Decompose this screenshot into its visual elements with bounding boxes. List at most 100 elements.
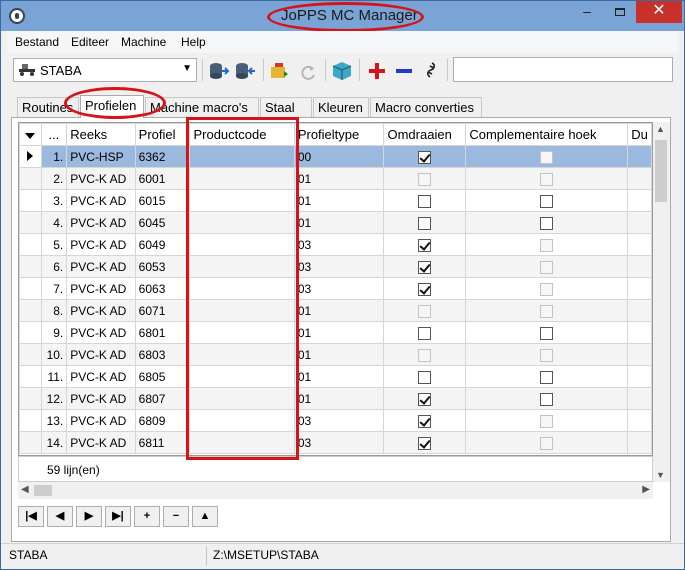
- cell-profiel[interactable]: 6362: [134, 145, 191, 168]
- row-selector[interactable]: [19, 233, 42, 256]
- cell-reeks[interactable]: PVC-K AD: [66, 343, 136, 366]
- toolbar-text-field[interactable]: [453, 57, 673, 82]
- cell-du[interactable]: [627, 409, 652, 432]
- cell-profiel[interactable]: 6803: [134, 343, 191, 366]
- omdraaien-cell[interactable]: [383, 233, 467, 256]
- row-selector[interactable]: [19, 343, 42, 366]
- cell-profieltype[interactable]: 01: [293, 167, 385, 190]
- col-header-reeks[interactable]: Reeks: [66, 123, 136, 146]
- cell-profieltype[interactable]: 01: [293, 189, 385, 212]
- cell-profiel[interactable]: 6807: [134, 387, 191, 410]
- cell-profiel[interactable]: 6001: [134, 167, 191, 190]
- cell-profieltype[interactable]: 03: [293, 409, 385, 432]
- col-header-complementaire-hoek[interactable]: Complementaire hoek: [465, 123, 629, 146]
- row-selector[interactable]: [19, 365, 42, 388]
- complementaire-hoek-cell[interactable]: [465, 365, 629, 388]
- col-header-du[interactable]: Du: [627, 123, 652, 146]
- import-db-icon[interactable]: [209, 61, 231, 81]
- horizontal-scrollbar[interactable]: ◀ ▶: [18, 482, 653, 499]
- tab-macro-converties[interactable]: Macro converties: [370, 97, 482, 117]
- table-row[interactable]: 5. PVC-K AD 6049 03: [19, 233, 652, 256]
- cell-reeks[interactable]: PVC-K AD: [66, 233, 136, 256]
- machine-select[interactable]: STABA ▼: [13, 58, 197, 82]
- maximize-button[interactable]: [605, 1, 635, 23]
- cell-profiel[interactable]: 6809: [134, 409, 191, 432]
- scroll-right-icon[interactable]: ▶: [642, 484, 650, 495]
- omdraaien-cell[interactable]: [383, 277, 467, 300]
- cell-profieltype[interactable]: 00: [293, 145, 385, 168]
- cell-reeks[interactable]: PVC-K AD: [66, 387, 136, 410]
- cell-du[interactable]: [627, 343, 652, 366]
- cell-reeks[interactable]: PVC-K AD: [66, 189, 136, 212]
- package-icon[interactable]: [331, 61, 353, 81]
- table-row[interactable]: 2. PVC-K AD 6001 01: [19, 167, 652, 190]
- omdraaien-cell[interactable]: [383, 321, 467, 344]
- vertical-scroll-thumb[interactable]: [655, 140, 667, 202]
- omdraaien-cell[interactable]: [383, 409, 467, 432]
- cell-profieltype[interactable]: 01: [293, 211, 385, 234]
- export-db-icon[interactable]: [235, 61, 257, 81]
- cell-reeks[interactable]: PVC-K AD: [66, 255, 136, 278]
- horizontal-scroll-thumb[interactable]: [34, 485, 52, 496]
- row-selector-header[interactable]: [19, 123, 42, 146]
- menu-help[interactable]: Help: [181, 35, 206, 49]
- col-header-profiel[interactable]: Profiel: [134, 123, 191, 146]
- omdraaien-checkbox[interactable]: [418, 282, 432, 296]
- cell-profieltype[interactable]: 01: [293, 387, 385, 410]
- complementaire-hoek-cell[interactable]: [465, 387, 629, 410]
- copy-folder-icon[interactable]: [269, 61, 291, 81]
- row-selector[interactable]: [19, 299, 42, 322]
- cell-reeks[interactable]: PVC-K AD: [66, 365, 136, 388]
- cell-du[interactable]: [627, 321, 652, 344]
- table-row[interactable]: 1. PVC-HSP 6362 00: [19, 145, 652, 168]
- table-row[interactable]: 14. PVC-K AD 6811 03: [19, 431, 652, 454]
- complementaire-hoek-checkbox[interactable]: [540, 194, 554, 208]
- omdraaien-cell[interactable]: [383, 211, 467, 234]
- close-button[interactable]: ✕: [636, 1, 682, 23]
- cell-profiel[interactable]: 6801: [134, 321, 191, 344]
- table-row[interactable]: 6. PVC-K AD 6053 03: [19, 255, 652, 278]
- cell-reeks[interactable]: PVC-K AD: [66, 431, 136, 454]
- cell-du[interactable]: [627, 255, 652, 278]
- cell-du[interactable]: [627, 431, 652, 454]
- menu-machine[interactable]: Machine: [121, 35, 166, 49]
- cell-du[interactable]: [627, 211, 652, 234]
- table-row[interactable]: 4. PVC-K AD 6045 01: [19, 211, 652, 234]
- complementaire-hoek-checkbox[interactable]: [540, 392, 554, 406]
- cell-reeks[interactable]: PVC-HSP: [66, 145, 136, 168]
- row-selector[interactable]: [19, 167, 42, 190]
- row-selector[interactable]: [19, 211, 42, 234]
- link-icon[interactable]: [420, 61, 442, 81]
- remove-icon[interactable]: [393, 61, 415, 81]
- omdraaien-checkbox[interactable]: [418, 238, 432, 252]
- complementaire-hoek-checkbox[interactable]: [540, 370, 554, 384]
- table-row[interactable]: 8. PVC-K AD 6071 01: [19, 299, 652, 322]
- omdraaien-cell[interactable]: [383, 365, 467, 388]
- cell-reeks[interactable]: PVC-K AD: [66, 211, 136, 234]
- cell-profieltype[interactable]: 01: [293, 299, 385, 322]
- menu-editeer[interactable]: Editeer: [71, 35, 109, 49]
- cell-profieltype[interactable]: 03: [293, 255, 385, 278]
- scroll-down-icon[interactable]: ▼: [656, 470, 665, 480]
- table-row[interactable]: 11. PVC-K AD 6805 01: [19, 365, 652, 388]
- menu-bestand[interactable]: Bestand: [15, 35, 59, 49]
- table-row[interactable]: 13. PVC-K AD 6809 03: [19, 409, 652, 432]
- tab-staal[interactable]: Staal: [260, 97, 312, 117]
- omdraaien-cell[interactable]: [383, 387, 467, 410]
- row-selector[interactable]: [19, 321, 42, 344]
- cell-du[interactable]: [627, 167, 652, 190]
- vertical-scrollbar[interactable]: ▲ ▼: [653, 122, 670, 482]
- nav-last-button[interactable]: ▶|: [105, 506, 131, 527]
- col-header-omdraaien[interactable]: Omdraaien: [383, 123, 467, 146]
- minimize-button[interactable]: –: [574, 1, 600, 23]
- cell-profiel[interactable]: 6071: [134, 299, 191, 322]
- row-selector[interactable]: [19, 255, 42, 278]
- row-selector[interactable]: [19, 189, 42, 212]
- omdraaien-checkbox[interactable]: [418, 414, 432, 428]
- cell-profieltype[interactable]: 03: [293, 233, 385, 256]
- cell-reeks[interactable]: PVC-K AD: [66, 277, 136, 300]
- omdraaien-checkbox[interactable]: [418, 194, 432, 208]
- table-row[interactable]: 10. PVC-K AD 6803 01: [19, 343, 652, 366]
- omdraaien-cell[interactable]: [383, 145, 467, 168]
- nav-edit-button[interactable]: ▲: [192, 506, 218, 527]
